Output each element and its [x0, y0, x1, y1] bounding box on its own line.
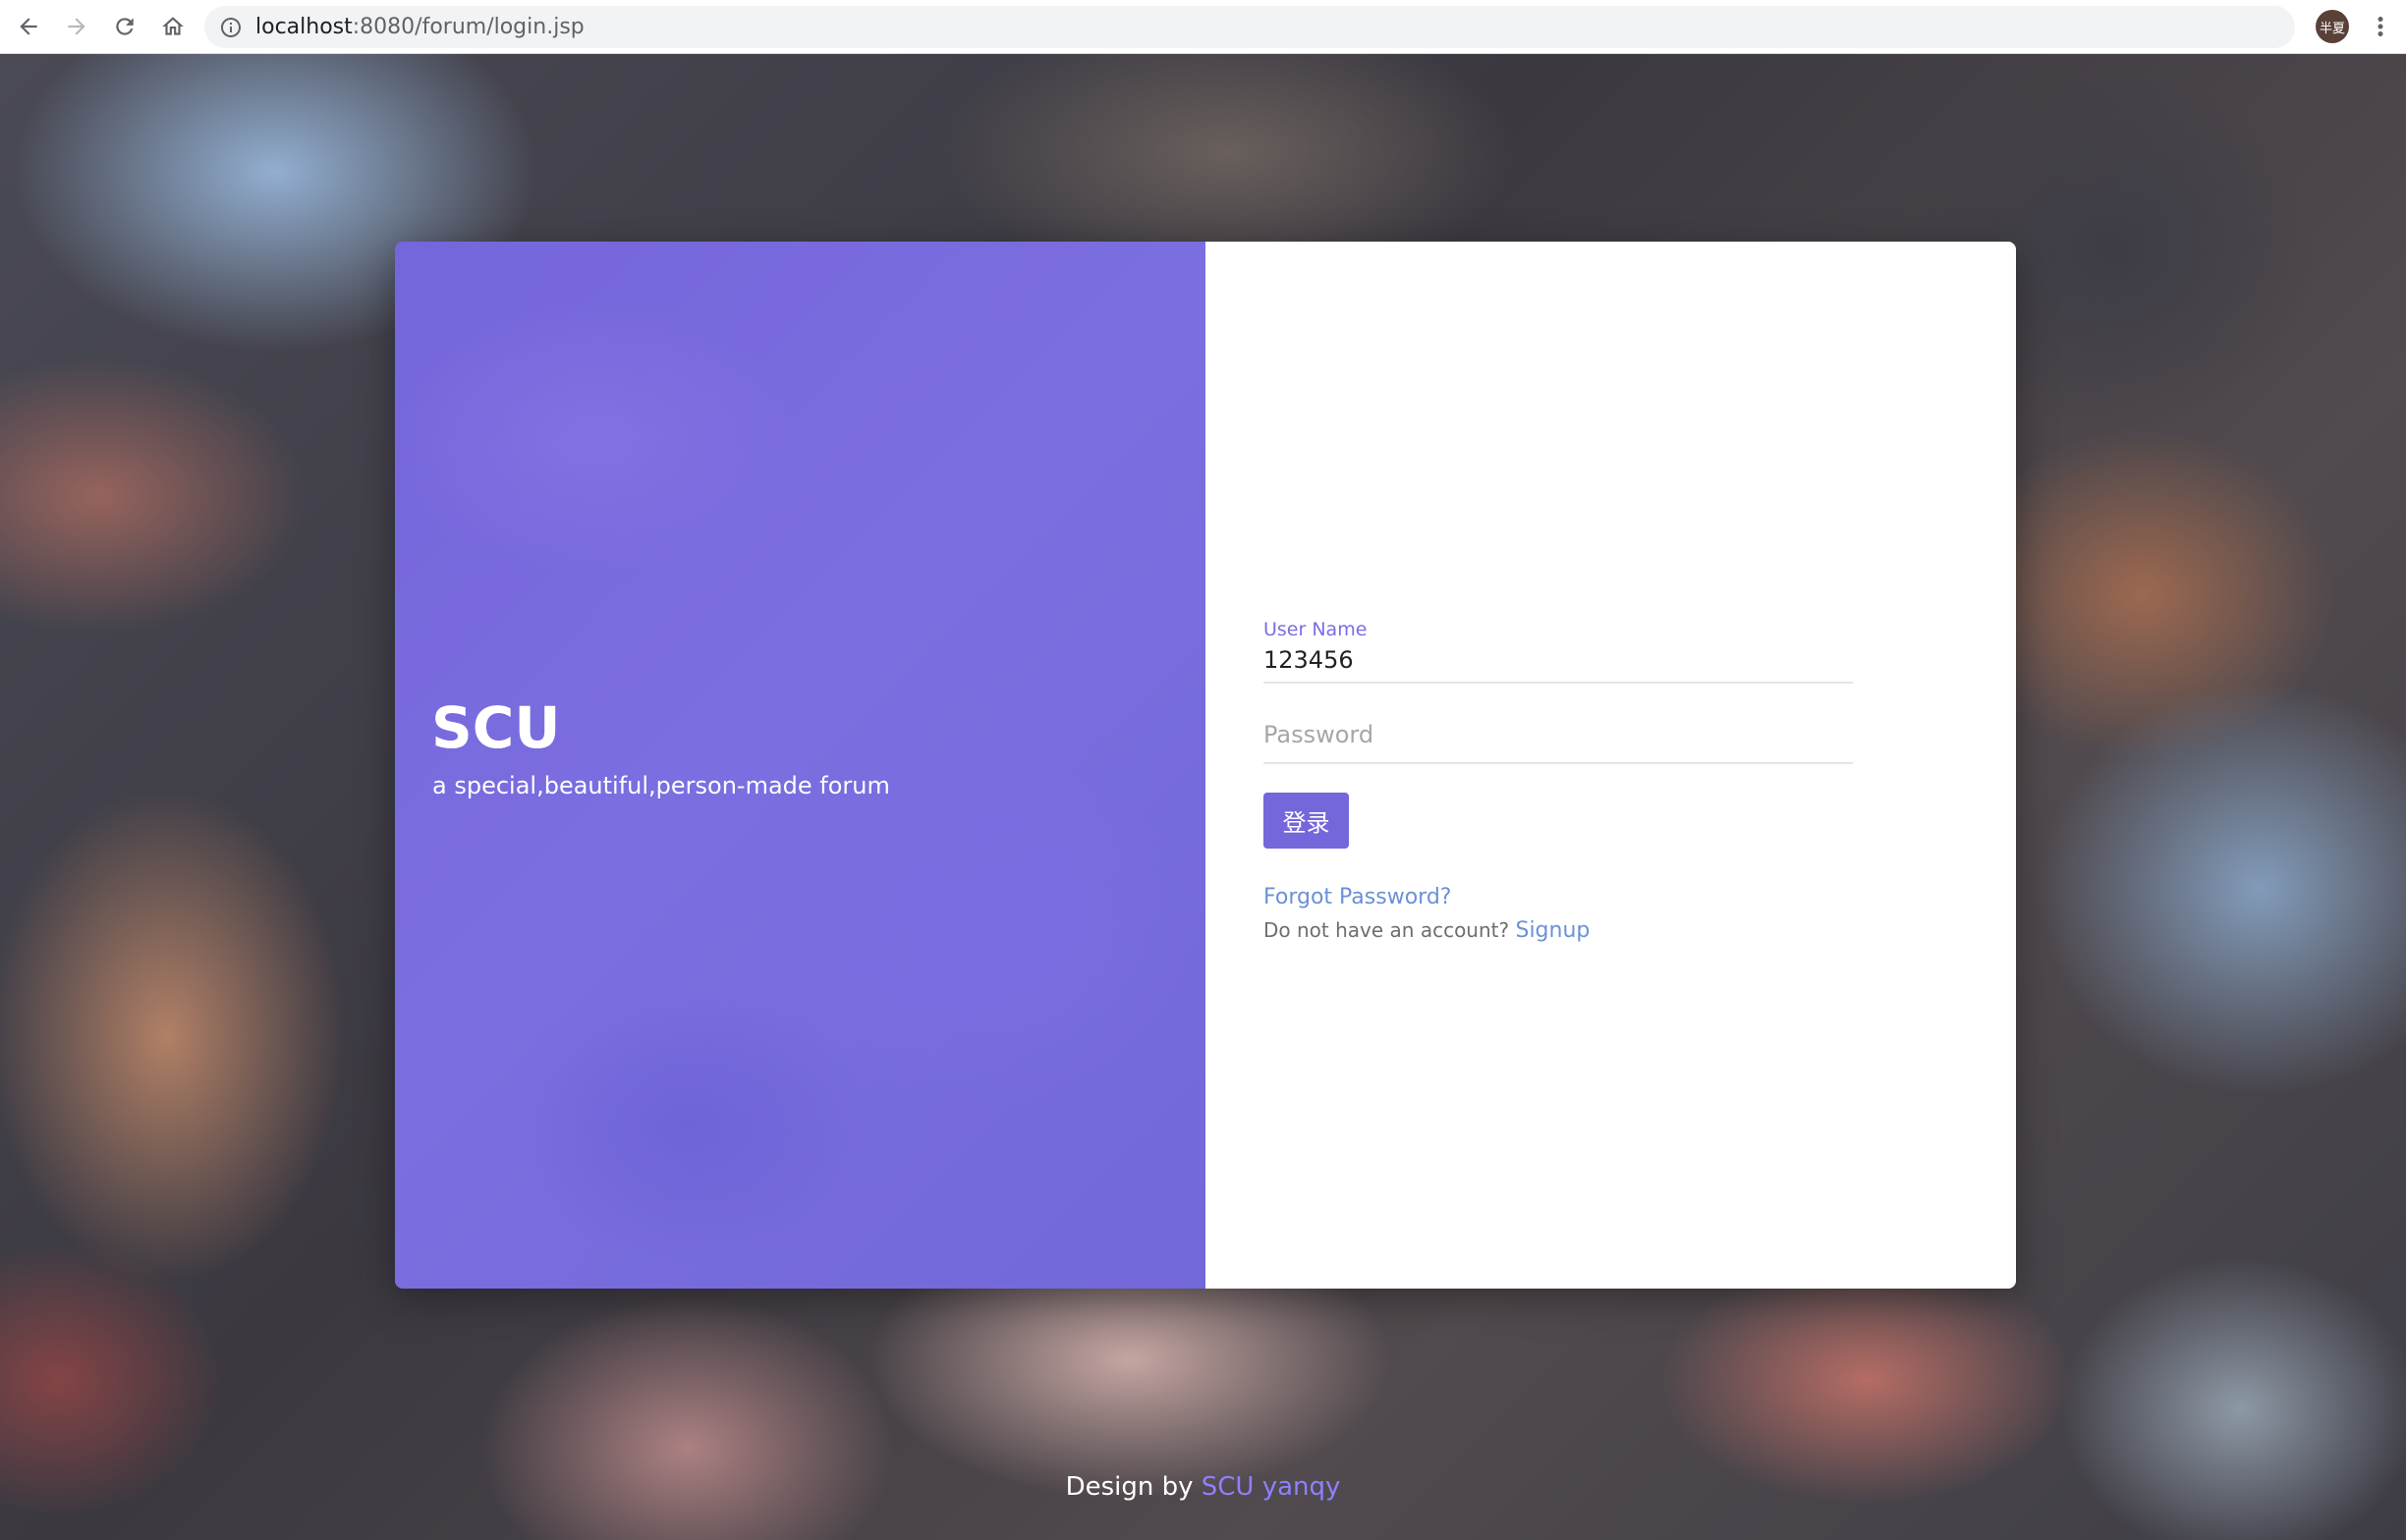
reload-icon	[116, 18, 134, 35]
forward-button[interactable]	[58, 8, 95, 45]
more-vert-icon[interactable]	[2366, 12, 2395, 41]
forgot-password-link[interactable]: Forgot Password?	[1263, 884, 1451, 911]
signup-row: Do not have an account? Signup	[1263, 916, 1590, 945]
browser-toolbar: localhost:8080/forum/login.jsp 半夏	[0, 0, 2406, 54]
arrow-right-icon	[68, 18, 85, 35]
url-path: :8080/forum/login.jsp	[352, 15, 585, 39]
brand-title: SCU	[431, 694, 561, 761]
info-icon[interactable]	[219, 16, 243, 39]
signup-link[interactable]: Signup	[1515, 918, 1590, 943]
password-field	[1263, 703, 1853, 764]
footer: Design by SCU yanqy	[0, 1470, 2406, 1504]
footer-prefix: Design by	[1065, 1472, 1194, 1502]
url-host: localhost	[255, 15, 353, 39]
back-button[interactable]	[10, 8, 47, 45]
brand-tagline: a special,beautiful,person-made forum	[432, 772, 890, 799]
profile-avatar[interactable]: 半夏	[2316, 10, 2349, 43]
reload-button[interactable]	[106, 8, 143, 45]
login-card: SCU a special,beautiful,person-made foru…	[395, 242, 2016, 1289]
home-button[interactable]	[154, 8, 192, 45]
username-input[interactable]	[1263, 643, 1853, 677]
password-input[interactable]	[1263, 715, 1853, 754]
address-bar[interactable]: localhost:8080/forum/login.jsp	[204, 6, 2295, 48]
no-account-text: Do not have an account?	[1263, 918, 1510, 942]
footer-author-link[interactable]: SCU yanqy	[1202, 1472, 1341, 1502]
arrow-left-icon	[20, 18, 37, 35]
username-field: User Name	[1263, 619, 1853, 684]
login-form-panel: User Name 登录 Forgot Password? Do not hav…	[1205, 242, 2016, 1289]
username-label: User Name	[1263, 619, 1368, 640]
home-icon	[162, 17, 184, 35]
url-text[interactable]: localhost:8080/forum/login.jsp	[255, 14, 585, 40]
page: SCU a special,beautiful,person-made foru…	[0, 54, 2406, 1540]
login-button[interactable]: 登录	[1263, 793, 1349, 849]
brand-panel: SCU a special,beautiful,person-made foru…	[395, 242, 1205, 1289]
